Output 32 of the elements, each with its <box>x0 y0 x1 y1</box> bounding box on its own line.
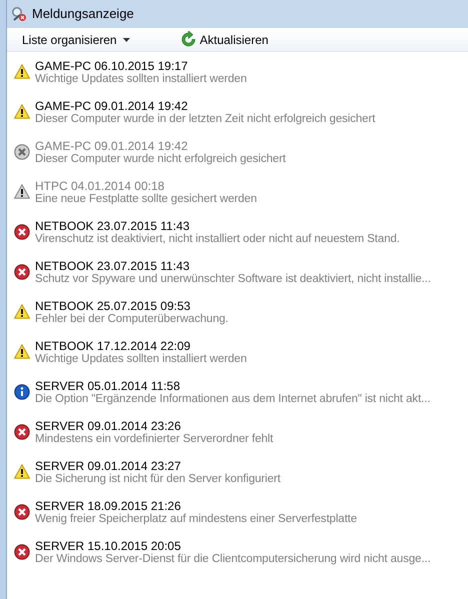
alert-heading[interactable]: GAME-PC 09.01.2014 19:42 <box>35 140 286 153</box>
alert-heading[interactable]: NETBOOK 23.07.2015 11:43 <box>35 260 431 273</box>
magnifier-icon <box>11 6 27 22</box>
alert-heading[interactable]: NETBOOK 17.12.2014 22:09 <box>35 340 247 353</box>
alert-heading[interactable]: GAME-PC 09.01.2014 19:42 <box>35 100 376 113</box>
alert-description: Dieser Computer wurde nicht erfolgreich gesichert <box>35 153 286 166</box>
alert-heading[interactable]: SERVER 15.10.2015 20:05 <box>35 540 431 553</box>
alert-description: Der Windows Server-Dienst für die Clientcomputersicherung wird nicht ausge... <box>35 553 431 566</box>
window-title: Meldungsanzeige <box>32 5 134 24</box>
alert-description: Fehler bei der Computerüberwachung. <box>35 313 228 326</box>
alert-heading[interactable]: NETBOOK 25.07.2015 09:53 <box>35 300 228 313</box>
caret-icon <box>122 38 130 42</box>
alert-heading[interactable]: NETBOOK 23.07.2015 11:43 <box>35 220 400 233</box>
alert-description: Eine neue Festplatte sollte gesichert werden <box>35 193 257 206</box>
organize-menu-button[interactable]: Liste organisieren <box>22 30 130 48</box>
alert-description: Virenschutz ist deaktiviert, nicht installiert oder nicht auf neuestem Stand. <box>35 233 400 246</box>
alert-description: Mindestens ein vordefinierter Serverordner fehlt <box>35 433 274 446</box>
alert-heading[interactable]: SERVER 09.01.2014 23:27 <box>35 460 280 473</box>
alert-heading[interactable]: HTPC 04.01.2014 00:18 <box>35 180 257 193</box>
refresh-icon <box>180 31 197 48</box>
alert-description: Schutz vor Spyware und unerwünschter Software ist deaktiviert, nicht installie... <box>35 273 431 286</box>
alert-description: Wichtige Updates sollten installiert werden <box>35 73 247 86</box>
alert-description: Wenig freier Speicherplatz auf mindestens einer Serverfestplatte <box>35 513 357 526</box>
alert-description: Wichtige Updates sollten installiert werden <box>35 353 247 366</box>
alert-description: Die Sicherung ist nicht für den Server konfiguriert <box>35 473 280 486</box>
alert-description: Dieser Computer wurde in der letzten Zeit nicht erfolgreich gesichert <box>35 113 376 126</box>
alert-heading[interactable]: SERVER 09.01.2014 23:26 <box>35 420 274 433</box>
refresh-button[interactable]: Aktualisieren <box>180 30 268 48</box>
alert-heading[interactable]: GAME-PC 06.10.2015 19:17 <box>35 60 247 73</box>
alert-heading[interactable]: SERVER 18.09.2015 21:26 <box>35 500 357 513</box>
alert-description: Die Option "Ergänzende Informationen aus dem Internet abrufen" ist nicht akt... <box>35 393 430 406</box>
alert-heading[interactable]: SERVER 05.01.2014 11:58 <box>35 380 430 393</box>
